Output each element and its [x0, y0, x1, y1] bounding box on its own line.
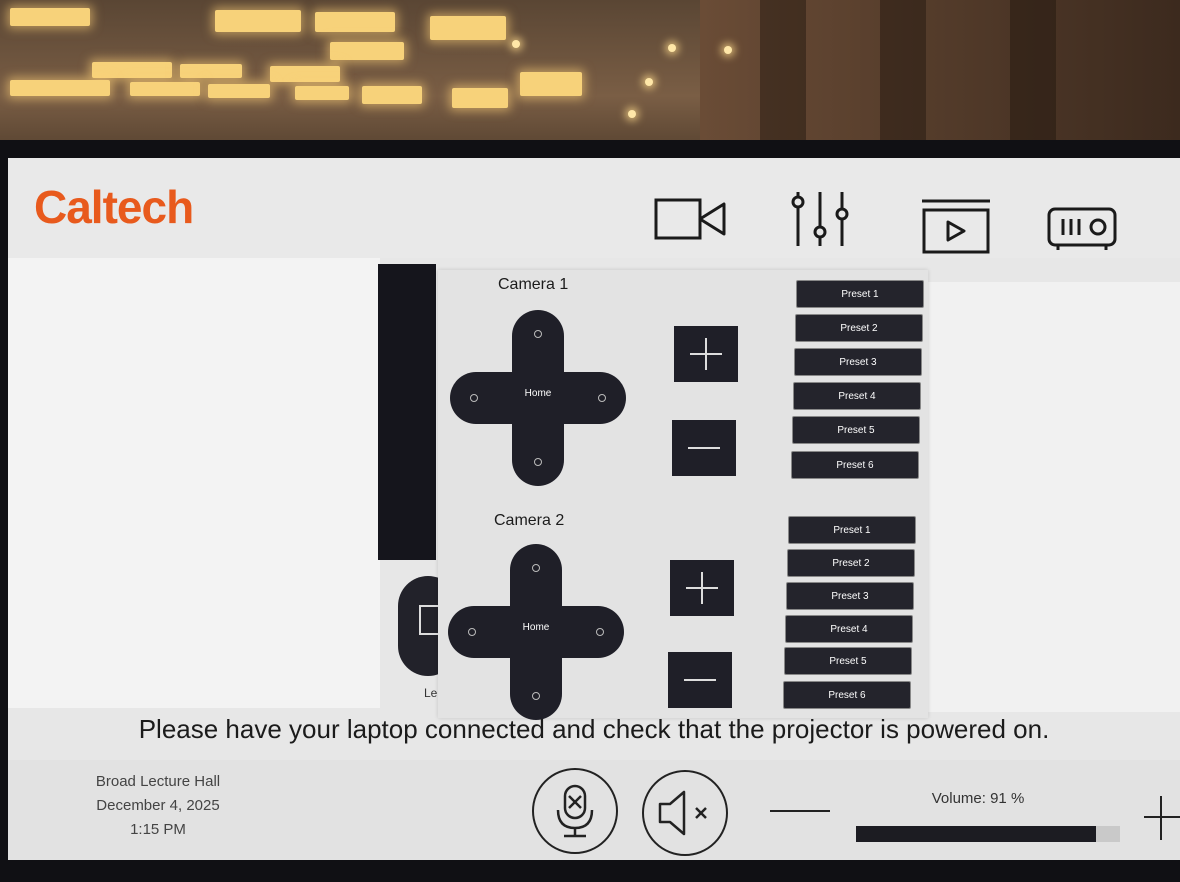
volume-bar[interactable]	[856, 826, 1120, 842]
current-time: 1:15 PM	[130, 821, 186, 838]
ceiling-light	[130, 82, 200, 96]
camera-1-home-button[interactable]: Home	[512, 388, 564, 399]
camera-2-home-button[interactable]: Home	[510, 622, 562, 633]
ceiling-light	[10, 80, 110, 96]
camera-1-dpad: Home	[450, 310, 626, 486]
camera-2-zoom-in-button[interactable]	[670, 560, 734, 616]
minus-icon	[688, 447, 720, 449]
camera-1-title: Camera 1	[498, 276, 569, 293]
laptop-source-label: Le	[424, 686, 438, 700]
camera-1-tilt-down-button[interactable]	[534, 458, 542, 466]
room-name: Broad Lecture Hall	[95, 773, 221, 790]
ceiling-light	[452, 88, 508, 108]
ceiling-light	[430, 16, 506, 40]
camera-2-preset-button[interactable]: Preset 2	[787, 549, 915, 577]
minus-icon	[684, 679, 716, 681]
instruction-message: Please have your laptop connected and ch…	[138, 714, 1050, 744]
ceiling-light	[92, 62, 172, 78]
mic-mute-button[interactable]	[532, 768, 618, 854]
volume-down-button[interactable]	[770, 810, 830, 812]
ceiling-light	[10, 8, 90, 26]
current-date: December 4, 2025	[96, 797, 220, 814]
camera-2-title: Camera 2	[494, 512, 565, 529]
play-source-icon[interactable]	[920, 198, 992, 260]
ceiling-spotlight	[668, 44, 676, 52]
volume-label: Volume: 91 %	[931, 790, 1025, 807]
ceiling-spotlight	[645, 78, 653, 86]
camera-2-preset-button[interactable]: Preset 1	[788, 516, 916, 544]
camera-2-zoom-out-button[interactable]	[668, 652, 732, 708]
camera-1-preset-button[interactable]: Preset 4	[793, 382, 921, 410]
microphone-muted-icon	[556, 784, 594, 838]
ceiling-spotlight	[628, 110, 636, 118]
camera-icon[interactable]	[654, 196, 728, 246]
ceiling-light	[215, 10, 301, 32]
camera-1-preset-button[interactable]: Preset 6	[791, 451, 919, 479]
camera-2-preset-button[interactable]: Preset 5	[784, 647, 912, 675]
camera-2-preset-button[interactable]: Preset 3	[786, 582, 914, 610]
ceiling-light	[520, 72, 582, 96]
camera-1-preset-button[interactable]: Preset 1	[796, 280, 924, 308]
camera-1-zoom-in-button[interactable]	[674, 326, 738, 382]
camera-1-preset-button[interactable]: Preset 3	[794, 348, 922, 376]
projector-icon[interactable]	[1046, 206, 1122, 256]
background-panel	[928, 282, 1180, 712]
camera-2-tilt-down-button[interactable]	[532, 692, 540, 700]
mixer-sliders-icon[interactable]	[788, 188, 852, 254]
ceiling-spotlight	[512, 40, 520, 48]
room-info: Broad Lecture Hall December 4, 2025 1:15…	[68, 770, 248, 842]
background-panel	[8, 258, 380, 708]
ceiling-light	[362, 86, 422, 104]
camera-1-preset-button[interactable]: Preset 2	[795, 314, 923, 342]
ceiling-light	[315, 12, 395, 32]
ceiling-light	[270, 66, 340, 82]
camera-1-tilt-up-button[interactable]	[534, 330, 542, 338]
camera-1-pan-left-button[interactable]	[470, 394, 478, 402]
camera-1-pan-right-button[interactable]	[598, 394, 606, 402]
speaker-mute-button[interactable]	[642, 770, 728, 856]
ceiling-light	[180, 64, 242, 78]
ceiling-light	[295, 86, 349, 100]
speaker-muted-icon	[658, 790, 707, 836]
footer-bar: Broad Lecture Hall December 4, 2025 1:15…	[8, 760, 1180, 860]
camera-2-preset-button[interactable]: Preset 6	[783, 681, 911, 709]
camera-1-preset-button[interactable]: Preset 5	[792, 416, 920, 444]
touch-panel-screen: Caltech Le Camera 1 Home Preset 1 Preset…	[8, 158, 1180, 860]
ceiling-light	[330, 42, 404, 60]
camera-2-tilt-up-button[interactable]	[532, 564, 540, 572]
header-bar: Caltech	[8, 158, 1180, 258]
camera-2-pan-right-button[interactable]	[596, 628, 604, 636]
camera-control-popup: Camera 1 Home Preset 1 Preset 2 Preset 3…	[438, 270, 928, 720]
camera-1-zoom-out-button[interactable]	[672, 420, 736, 476]
plus-icon	[1144, 816, 1180, 818]
ceiling-spotlight	[724, 46, 732, 54]
background-dark-block	[378, 264, 436, 560]
camera-2-dpad: Home	[448, 544, 624, 720]
camera-2-preset-button[interactable]: Preset 4	[785, 615, 913, 643]
ceiling-light	[208, 84, 270, 98]
caltech-logo: Caltech	[34, 181, 194, 233]
volume-bar-fill	[856, 826, 1097, 842]
camera-2-pan-left-button[interactable]	[468, 628, 476, 636]
